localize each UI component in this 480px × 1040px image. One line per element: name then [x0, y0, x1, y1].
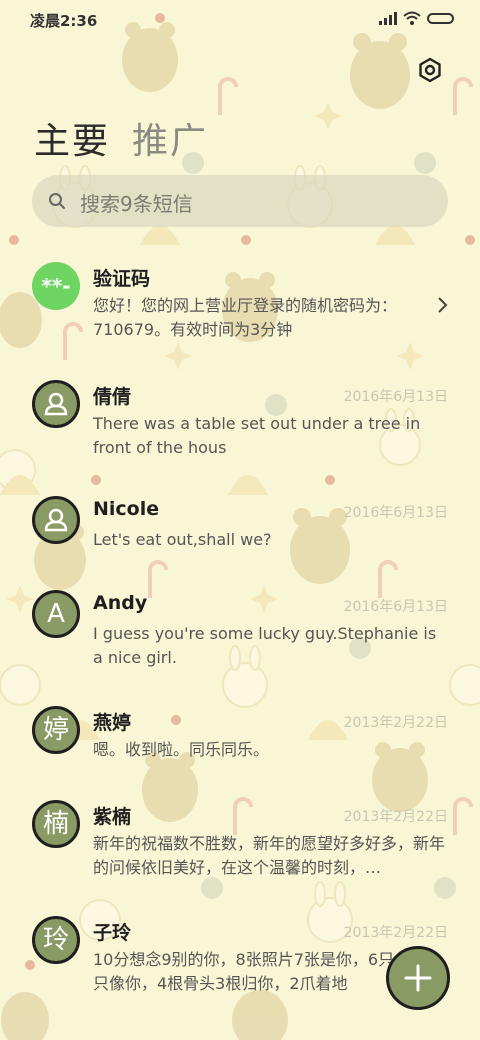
- chevron-right-icon[interactable]: [436, 296, 448, 314]
- message-date: 2016年6月13日: [343, 599, 448, 615]
- avatar: **-: [32, 262, 80, 310]
- avatar: 楠: [32, 800, 80, 848]
- tab-main[interactable]: 主要: [34, 112, 110, 164]
- avatar-letter: 楠: [42, 809, 69, 839]
- conversation-item[interactable]: **- 验证码 您好！您的网上营业厅登录的随机密码为：710679。有效时间为3…: [0, 260, 480, 360]
- message-preview: 新年的祝福数不胜数，新年的愿望好多好多，新年的问候依旧美好，在这个温馨的时刻，…: [93, 834, 445, 877]
- avatar-letter: A: [47, 599, 65, 629]
- message-preview: There was a table set out under a tree i…: [93, 414, 421, 457]
- message-date: 2016年6月13日: [343, 389, 448, 405]
- signal-icon: [379, 11, 397, 25]
- tab-promotions[interactable]: 推广: [132, 112, 208, 164]
- contact-name: 验证码: [93, 268, 151, 290]
- settings-hexagon-icon[interactable]: [416, 56, 444, 84]
- contact-name: 倩倩: [93, 386, 132, 408]
- avatar-letter: 婷: [42, 715, 69, 745]
- battery-icon: [427, 12, 454, 24]
- new-message-button[interactable]: [386, 946, 450, 1010]
- contact-name: Nicole: [93, 498, 160, 520]
- contact-name: 子玲: [93, 922, 132, 944]
- status-time: 凌晨2:36: [30, 12, 98, 30]
- status-icons: [379, 11, 454, 25]
- conversation-item[interactable]: 婷 燕婷 2013年2月22日 嗯。收到啦。同乐同乐。: [0, 704, 480, 774]
- message-date: 2013年2月22日: [343, 925, 448, 941]
- plus-icon: [404, 964, 432, 992]
- messages-app: 凌晨2:36 主要 推广 搜索9条短信 **- 验证码 您好！您的网上营业厅登录…: [0, 0, 480, 1040]
- avatar: 婷: [32, 706, 80, 754]
- avatar: A: [32, 590, 80, 638]
- conversation-item[interactable]: 楠 紫楠 2013年2月22日 新年的祝福数不胜数，新年的愿望好多好多，新年的问…: [0, 798, 480, 888]
- conversation-item[interactable]: 倩倩 2016年6月13日 There was a table set out …: [0, 378, 480, 468]
- avatar: 玲: [32, 916, 80, 964]
- message-date: 2013年2月22日: [343, 715, 448, 731]
- contact-name: 紫楠: [93, 806, 132, 828]
- message-preview: 您好！您的网上营业厅登录的随机密码为：710679。有效时间为3分钟: [93, 296, 398, 339]
- wifi-icon: [403, 11, 421, 25]
- search-placeholder: 搜索9条短信: [80, 192, 193, 216]
- avatar-letter: 玲: [42, 925, 69, 955]
- contact-name: Andy: [93, 592, 148, 614]
- conversation-item[interactable]: Nicole 2016年6月13日 Let's eat out,shall we…: [0, 494, 480, 564]
- avatar: [32, 380, 80, 428]
- avatar: [32, 496, 80, 544]
- message-preview: Let's eat out,shall we?: [93, 530, 272, 549]
- avatar-text: **-: [41, 274, 71, 298]
- conversation-item[interactable]: A Andy 2016年6月13日 I guess you're some lu…: [0, 588, 480, 678]
- person-icon: [44, 392, 68, 416]
- search-bar[interactable]: 搜索9条短信: [32, 175, 448, 227]
- search-icon: [49, 193, 65, 209]
- person-icon: [44, 508, 68, 532]
- message-preview: I guess you're some lucky guy.Stephanie …: [93, 624, 437, 667]
- message-preview: 嗯。收到啦。同乐同乐。: [93, 740, 270, 759]
- message-date: 2016年6月13日: [343, 505, 448, 521]
- contact-name: 燕婷: [93, 712, 132, 734]
- message-date: 2013年2月22日: [343, 809, 448, 825]
